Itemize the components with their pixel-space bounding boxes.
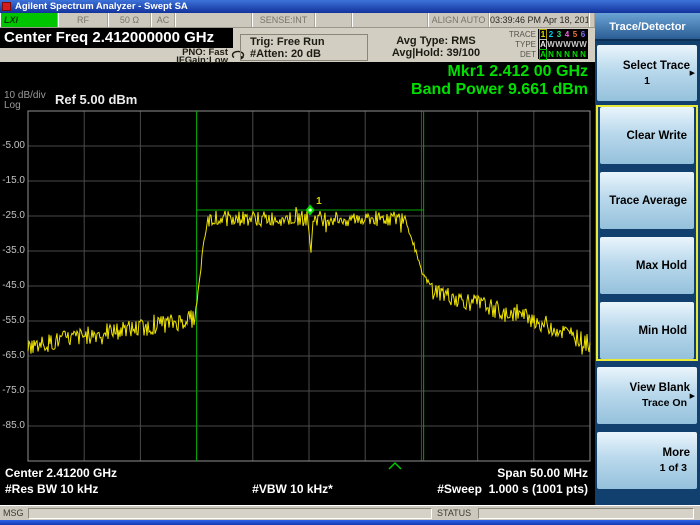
menu-button-value: Trace On (597, 397, 697, 409)
ref-level-label: Ref 5.00 dBm (55, 92, 137, 107)
menu-title: Trace/Detector (595, 13, 700, 41)
sense-indicator: SENSE:INT (252, 13, 315, 27)
trace-4-det: N (563, 50, 571, 59)
trace-table-letters: AWWWWW (538, 39, 588, 49)
menu-button-label: Min Hold (600, 325, 694, 337)
y-axis-tick-label: -85.0 (0, 420, 25, 431)
window-title: Agilent Spectrum Analyzer - Swept SA (15, 0, 188, 13)
trace-6-type: W (579, 40, 587, 49)
trace-table-row-label: TYPE (500, 40, 538, 49)
menu-button-min-hold[interactable]: Min Hold (600, 302, 694, 359)
ifgain-label: IFGain:Low (128, 55, 228, 66)
trace-4-type: W (563, 40, 571, 49)
window-title-bar: Agilent Spectrum Analyzer - Swept SA (0, 0, 700, 13)
status-spacer (315, 13, 352, 27)
agilent-app-icon (2, 2, 11, 11)
align-indicator: ALIGN AUTO (428, 13, 489, 27)
msg-label: MSG (3, 508, 24, 519)
menu-button-select-trace[interactable]: Select Trace 1▶ (597, 45, 697, 101)
trace-2-type: W (547, 40, 555, 49)
menu-button-label: Trace Average (600, 195, 694, 207)
trigger-label: Trig: Free Run (250, 36, 367, 48)
status-label: STATUS (437, 508, 471, 519)
trace-5-det: N (571, 50, 579, 59)
footer-rbw: #Res BW 10 kHz (5, 482, 98, 496)
spectrum-analyzer-screen: Agilent Spectrum Analyzer - Swept SA LXI… (0, 0, 700, 525)
clock: 03:39:46 PM Apr 18, 2016 (489, 13, 589, 27)
message-status-bar: MSG STATUS (0, 505, 700, 520)
menu-button-trace-average[interactable]: Trace Average (600, 172, 694, 229)
avg-type-label: Avg Type: RMS (372, 35, 500, 47)
log-scale-label: Log (4, 101, 21, 111)
footer-sweep: #Sweep 1.000 s (1001 pts) (388, 482, 588, 496)
trace-2-trace: 2 (547, 30, 555, 39)
center-freq-readout: Center Freq 2.412000000 GHz (0, 28, 233, 48)
menu-button-label: View Blank (597, 382, 697, 394)
trace-6-det: N (579, 50, 587, 59)
footer-vbw: #VBW 10 kHz* (225, 482, 360, 496)
submenu-arrow-icon: ▶ (690, 392, 695, 400)
trace-table-row-label: DET (500, 50, 538, 59)
trace-1-det: A (539, 49, 547, 60)
trace-table-letters: 123456 (538, 29, 588, 39)
measurement-header: Center Freq 2.412000000 GHz PNO: Fast IF… (0, 28, 595, 62)
impedance-indicator: 50 Ω (108, 13, 151, 27)
menu-button-clear-write[interactable]: Clear Write (600, 107, 694, 164)
y-axis-tick-label: -75.0 (0, 385, 25, 396)
trace-4-trace: 4 (563, 30, 571, 39)
msg-field (28, 508, 432, 519)
submenu-arrow-icon: ▶ (690, 69, 695, 77)
menu-button-label: Select Trace (597, 60, 697, 72)
trace-3-det: N (555, 50, 563, 59)
trace-6-trace: 6 (579, 30, 587, 39)
trace-table-row: TRACE123456 (500, 29, 592, 39)
trace-table-row-label: TRACE (500, 30, 538, 39)
coupling-indicator: AC (151, 13, 175, 27)
y-axis-tick-label: -15.0 (0, 175, 25, 186)
y-axis-tick-label: -35.0 (0, 245, 25, 256)
bottom-edge-strip (0, 520, 700, 525)
status-row: LXI RF 50 Ω AC SENSE:INT ALIGN AUTO 03:3… (0, 13, 595, 28)
y-axis-tick-label: -65.0 (0, 350, 25, 361)
menu-button-max-hold[interactable]: Max Hold (600, 237, 694, 294)
trace-3-trace: 3 (555, 30, 563, 39)
marker-1-center-dot (309, 208, 312, 211)
avg-hold-label: Avg|Hold: 39/100 (372, 47, 500, 59)
menu-button-view-blank[interactable]: View Blank Trace On▶ (597, 367, 697, 424)
status-spacer (352, 13, 428, 27)
y-axis-tick-label: -55.0 (0, 315, 25, 326)
band-power-readout: Band Power 9.661 dBm (280, 81, 588, 99)
footer-center-freq: Center 2.41200 GHz (5, 466, 117, 480)
trace-table-row: TYPEAWWWWW (500, 39, 592, 49)
trace-2-det: N (547, 50, 555, 59)
atten-label: #Atten: 20 dB (250, 48, 367, 60)
spectrum-plot: 1 (27, 110, 591, 481)
menu-button-value: 1 of 3 (597, 462, 697, 474)
trigger-info-box: Trig: Free Run #Atten: 20 dB (240, 34, 368, 61)
trace-5-type: W (571, 40, 579, 49)
y-axis-tick-label: -25.0 (0, 210, 25, 221)
trace-status-table: TRACE123456TYPEAWWWWWDETANNNNN (500, 29, 592, 59)
trace-5-trace: 5 (571, 30, 579, 39)
marker-1-label: 1 (316, 196, 322, 207)
marker-frequency: Mkr1 2.412 00 GHz (280, 63, 588, 81)
y-axis-tick-label: -45.0 (0, 280, 25, 291)
menu-button-label: Max Hold (600, 260, 694, 272)
trace-table-row: DETANNNNN (500, 49, 592, 59)
status-spacer (175, 13, 252, 27)
marker-readout: Mkr1 2.412 00 GHz Band Power 9.661 dBm (280, 63, 588, 99)
menu-button-more[interactable]: More 1 of 3 (597, 432, 697, 489)
spectrum-plot-svg: 1 (27, 110, 591, 476)
menu-button-label: Clear Write (600, 130, 694, 142)
trace-3-type: W (555, 40, 563, 49)
averaging-info: Avg Type: RMS Avg|Hold: 39/100 (372, 35, 500, 59)
menu-button-label: More (597, 447, 697, 459)
trace-table-letters: ANNNNN (538, 49, 588, 59)
menu-button-value: 1 (597, 75, 697, 87)
status-field (478, 508, 694, 519)
lxi-indicator: LXI (0, 13, 58, 27)
rf-indicator: RF (58, 13, 108, 27)
footer-span: Span 50.00 MHz (388, 466, 588, 480)
y-axis-tick-label: -5.00 (0, 140, 25, 151)
